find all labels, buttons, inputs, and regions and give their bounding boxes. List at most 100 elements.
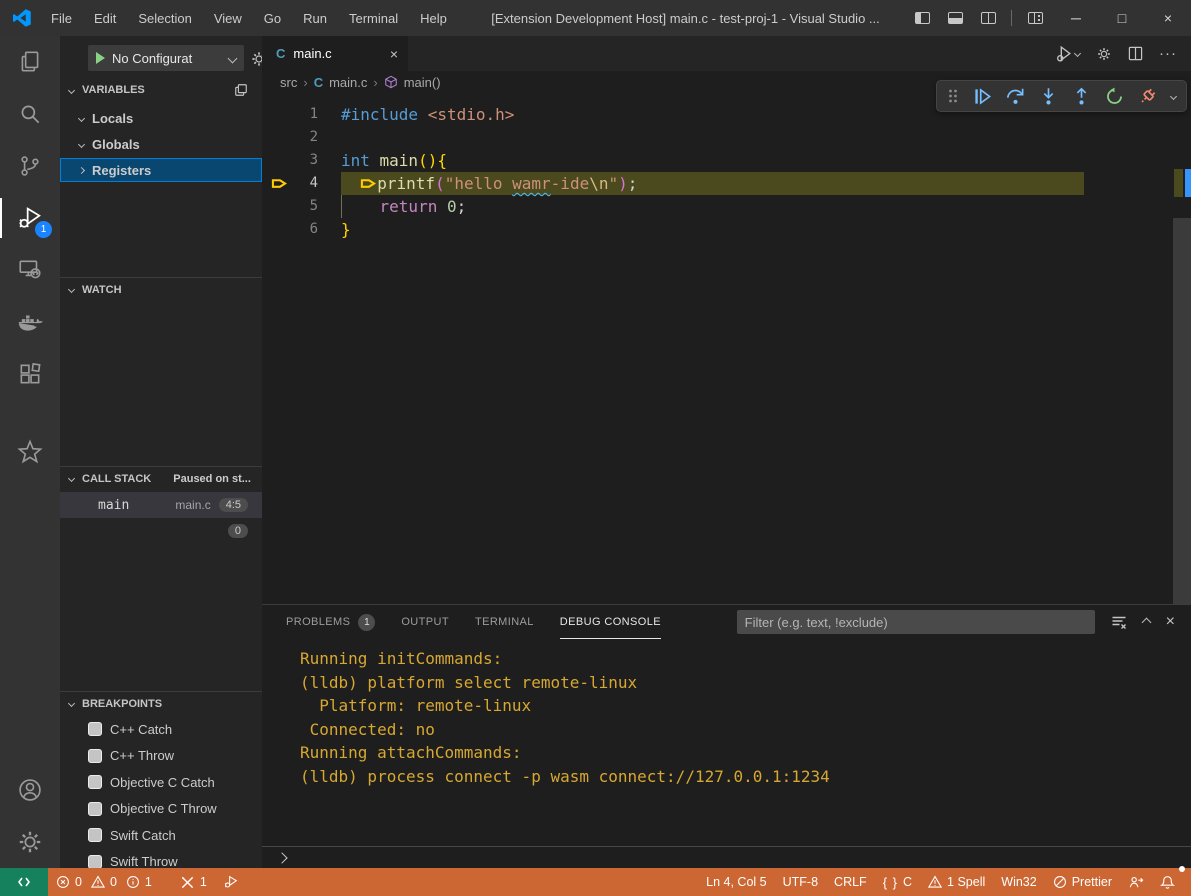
code-editor[interactable]: 1#include <stdio.h>23int main(){4 printf…: [262, 93, 1191, 640]
breakpoint-checkbox[interactable]: [88, 722, 102, 736]
breakpoint-item[interactable]: C++ Catch: [60, 717, 262, 741]
activity-source-control[interactable]: [0, 140, 60, 192]
section-call-stack[interactable]: CALL STACK Paused on st...: [60, 466, 262, 490]
run-or-debug-button[interactable]: [1056, 45, 1080, 62]
debug-status[interactable]: [215, 868, 247, 896]
breakpoint-checkbox[interactable]: [88, 828, 102, 842]
tab-terminal[interactable]: TERMINAL: [475, 605, 534, 639]
code-line[interactable]: 5 return 0;: [262, 195, 1191, 218]
tab-problems[interactable]: PROBLEMS 1: [286, 605, 375, 639]
maximize-button[interactable]: □: [1099, 0, 1145, 36]
activity-run-debug[interactable]: 1: [0, 192, 60, 244]
breakpoint-item[interactable]: Swift Catch: [60, 823, 262, 847]
language-status[interactable]: { } C: [875, 868, 920, 896]
settings-gear-icon[interactable]: [1096, 46, 1112, 62]
eol-status[interactable]: CRLF: [826, 868, 875, 896]
feedback-status[interactable]: [1120, 868, 1152, 896]
cursor-position[interactable]: Ln 4, Col 5: [698, 868, 774, 896]
breadcrumb-src[interactable]: src: [280, 75, 297, 90]
split-editor-icon[interactable]: [1128, 46, 1143, 61]
restart-icon[interactable]: [1105, 87, 1124, 106]
step-out-icon[interactable]: [1072, 87, 1091, 106]
variables-item-locals[interactable]: Locals: [60, 106, 262, 130]
debug-config-dropdown[interactable]: No Configurat: [88, 45, 244, 71]
menu-file[interactable]: File: [42, 7, 81, 30]
breakpoint-item[interactable]: Objective C Catch: [60, 770, 262, 794]
platform-status[interactable]: Win32: [993, 868, 1044, 896]
activity-docker[interactable]: [0, 296, 60, 348]
menu-help[interactable]: Help: [411, 7, 456, 30]
code-token: ": [608, 174, 618, 193]
breakpoint-item[interactable]: Objective C Throw: [60, 797, 262, 821]
feedback-icon: [1128, 875, 1144, 890]
info-icon: [126, 875, 140, 889]
remote-indicator[interactable]: [0, 868, 48, 896]
toggle-panel-icon[interactable]: [948, 12, 963, 24]
code-line[interactable]: 3int main(){: [262, 149, 1191, 172]
step-into-icon[interactable]: [1039, 87, 1058, 106]
disconnect-icon[interactable]: [1138, 87, 1157, 106]
activity-extensions[interactable]: [0, 348, 60, 400]
console-filter-input[interactable]: [737, 610, 1095, 634]
problems-status[interactable]: 0 0 1: [48, 868, 160, 896]
notifications-status[interactable]: [1152, 868, 1183, 896]
activity-remote-explorer[interactable]: [0, 244, 60, 296]
ports-status[interactable]: 1: [172, 868, 215, 896]
encoding-status[interactable]: UTF-8: [775, 868, 826, 896]
tab-main-c[interactable]: C main.c ×: [262, 36, 408, 71]
code-line[interactable]: 4 printf("hello wamr-ide\n");: [262, 172, 1191, 195]
section-variables[interactable]: VARIABLES: [60, 78, 262, 102]
activity-search[interactable]: [0, 88, 60, 140]
spell-status[interactable]: 1 Spell: [920, 868, 993, 896]
variables-item-globals[interactable]: Globals: [60, 132, 262, 156]
breakpoint-checkbox[interactable]: [88, 802, 102, 816]
chevron-down-icon[interactable]: [1170, 92, 1177, 99]
code-line[interactable]: 6}: [262, 218, 1191, 241]
console-input-row[interactable]: [262, 846, 1191, 868]
breakpoint-checkbox[interactable]: [88, 855, 102, 869]
toggle-secondary-sidebar-icon[interactable]: [981, 12, 996, 24]
section-breakpoints[interactable]: BREAKPOINTS: [60, 691, 262, 715]
step-over-icon[interactable]: [1006, 87, 1025, 106]
maximize-panel-icon[interactable]: [1141, 617, 1151, 627]
menu-terminal[interactable]: Terminal: [340, 7, 407, 30]
menu-run[interactable]: Run: [294, 7, 336, 30]
activity-wamr-ide[interactable]: [0, 426, 60, 478]
toolbar-drag-grip[interactable]: [947, 88, 959, 104]
customize-layout-icon[interactable]: [1028, 12, 1043, 24]
breadcrumb-file[interactable]: main.c: [329, 75, 367, 90]
breakpoint-item[interactable]: C++ Throw: [60, 744, 262, 768]
menu-edit[interactable]: Edit: [85, 7, 125, 30]
breakpoint-item[interactable]: Swift Throw: [60, 850, 262, 869]
more-actions-icon[interactable]: ···: [1159, 45, 1177, 62]
close-panel-icon[interactable]: ×: [1166, 613, 1175, 631]
continue-icon[interactable]: [973, 87, 992, 106]
section-watch[interactable]: WATCH: [60, 277, 262, 301]
symbol-cube-icon: [384, 75, 398, 89]
breakpoint-checkbox[interactable]: [88, 775, 102, 789]
activity-account[interactable]: [0, 764, 60, 816]
variables-item-registers[interactable]: Registers: [60, 158, 262, 182]
breakpoint-checkbox[interactable]: [88, 749, 102, 763]
code-line[interactable]: 2: [262, 126, 1191, 149]
activity-explorer[interactable]: [0, 36, 60, 88]
toggle-sidebar-icon[interactable]: [915, 12, 930, 24]
breadcrumb-symbol[interactable]: main(): [404, 75, 441, 90]
configure-gear-icon[interactable]: [250, 50, 262, 68]
menu-selection[interactable]: Selection: [129, 7, 200, 30]
copy-value-icon[interactable]: [234, 83, 248, 97]
stack-frame-row[interactable]: main main.c 4:5: [60, 492, 262, 518]
formatter-status[interactable]: Prettier: [1045, 868, 1120, 896]
tab-debug-console[interactable]: DEBUG CONSOLE: [560, 605, 661, 639]
minimize-button[interactable]: ─: [1053, 0, 1099, 36]
close-tab-icon[interactable]: ×: [390, 46, 398, 62]
clear-console-icon[interactable]: [1111, 614, 1127, 630]
editor-scrollbar[interactable]: [1173, 218, 1191, 604]
close-button[interactable]: ×: [1145, 0, 1191, 36]
start-debug-icon[interactable]: [96, 52, 105, 64]
menu-go[interactable]: Go: [255, 7, 290, 30]
thread-row[interactable]: 0: [60, 524, 262, 538]
activity-settings[interactable]: [0, 816, 60, 868]
tab-output[interactable]: OUTPUT: [401, 605, 449, 639]
menu-view[interactable]: View: [205, 7, 251, 30]
